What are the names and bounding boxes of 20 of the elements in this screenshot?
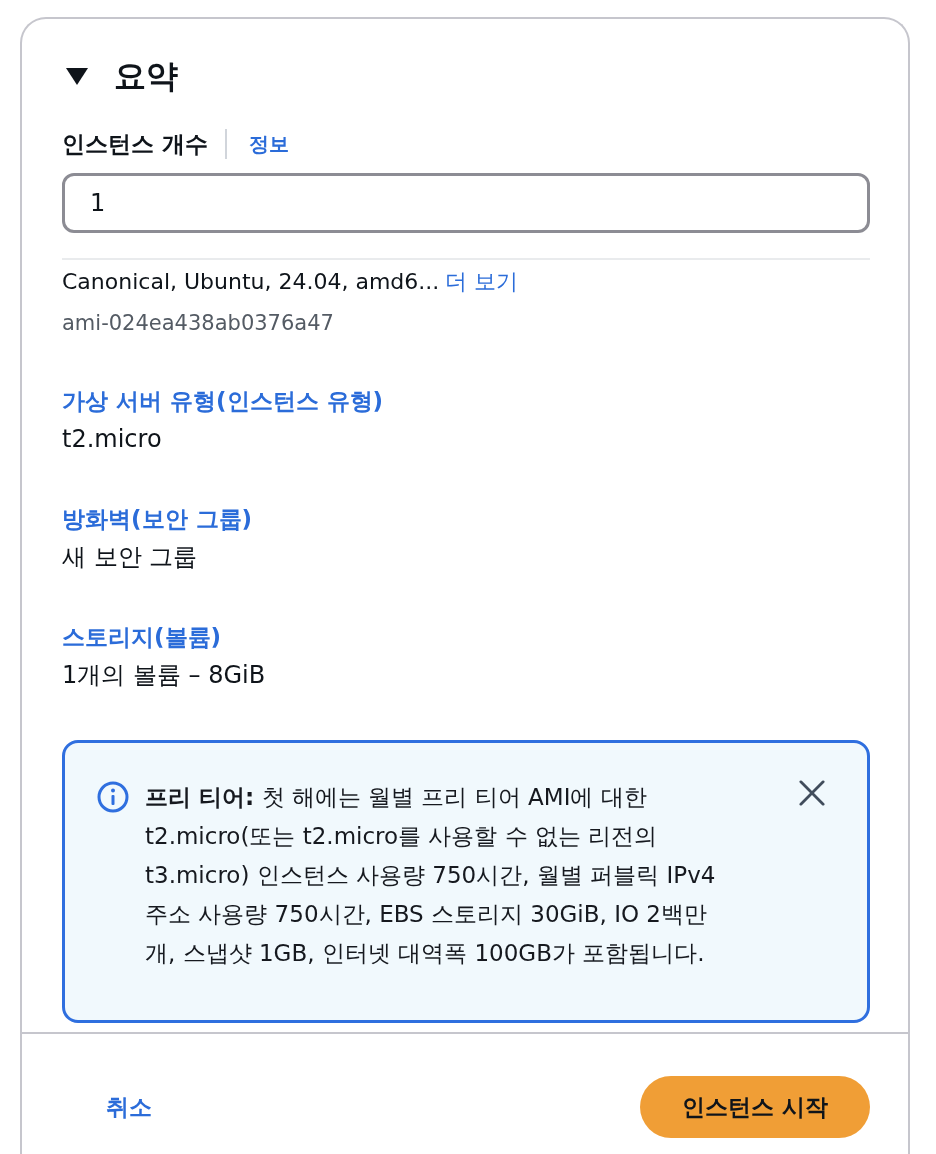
cancel-button[interactable]: 취소 [86, 1083, 172, 1131]
summary-value: 새 보안 그룹 [62, 542, 198, 572]
input-field[interactable]: 1 [62, 173, 870, 233]
close-button[interactable] [797, 778, 827, 808]
info-icon [97, 781, 129, 813]
launch-instance-button[interactable]: 인스턴스 시작 [640, 1076, 870, 1138]
info-link[interactable]: 정보 [249, 130, 289, 158]
summary-link[interactable]: 방화벽(보안 그룹) [62, 504, 253, 534]
close-icon [799, 780, 825, 806]
ami-description: Canonical, Ubuntu, 24.04, amd6... [62, 268, 440, 296]
summary-value: 1개의 볼륨 – 8GiB [62, 660, 266, 690]
field-label: 인스턴스 개수 [62, 130, 208, 159]
caret-icon [66, 67, 88, 85]
section-toggle[interactable]: 요약 [62, 57, 178, 95]
ami-id: ami-024ea438ab0376a47 [62, 310, 334, 336]
alert-message: 프리 티어: 첫 해에는 월별 프리 티어 AMI에 대한 t2.micro(또는 t2.micro를 사용할 수 없는 리전의 t3.micro) 인스턴스 사용량 750시간, 월별 퍼블릭 IPv4 주소 사용량 750시간, EBS 스토리지 30GiB, IO 2백만 개, 스냅샷 1GB, 인터넷 대역폭 100GB가 포함됩니다. [145, 783, 717, 968]
more-link[interactable]: 더 보기 [445, 268, 519, 296]
summary-link[interactable]: 가상 서버 유형(인스턴스 유형) [62, 386, 384, 416]
summary-link[interactable]: 스토리지(볼륨) [62, 622, 222, 652]
summary-value: t2.micro [62, 424, 162, 454]
